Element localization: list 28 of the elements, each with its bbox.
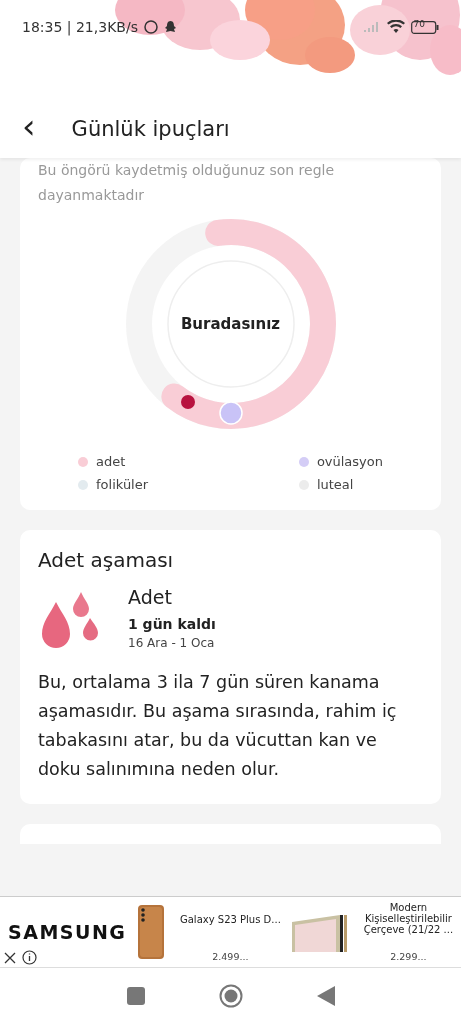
center-label: Buradasınız xyxy=(180,315,281,333)
legend-label: ovülasyon xyxy=(316,454,383,469)
phase-dates: 16 Ara - 1 Oca xyxy=(128,636,216,650)
back-nav-button[interactable] xyxy=(316,986,335,1006)
brand-logo: SAMSUNG xyxy=(7,921,127,943)
status-time: 18:35 | 21,3KB/s xyxy=(22,19,138,35)
info-icon[interactable] xyxy=(22,950,37,965)
ghost-icon xyxy=(163,20,177,34)
page-title: Günlük ipuçları xyxy=(71,117,230,141)
product-price: 2.299... xyxy=(390,951,427,962)
product-price: 2.499... xyxy=(212,951,249,962)
legend-label: foliküler xyxy=(96,477,149,492)
legend-label: luteal xyxy=(316,477,354,492)
product-name: Galaxy S23 Plus D... xyxy=(180,914,281,925)
note-text: Bu öngörü kaydetmiş olduğunuz son regle dayanmaktadır xyxy=(38,161,336,205)
back-button[interactable]: ‹ xyxy=(22,109,44,149)
phase-card-title: Adet aşaması xyxy=(38,548,175,572)
recent-apps-button[interactable] xyxy=(126,987,145,1005)
home-button[interactable] xyxy=(218,984,243,1008)
legend-label: adet xyxy=(96,454,126,469)
phase-description: Bu, ortalama 3 ila 7 gün süren kanama aşamasıdır. Bu aşama sırasında, rahim iç tabakasını atar, bu da vücuttan kan ve doku salınımına neden olur. xyxy=(38,671,398,781)
signal-icon xyxy=(363,21,381,33)
close-icon[interactable] xyxy=(4,951,16,964)
phase-name: Adet xyxy=(128,586,173,608)
battery-icon xyxy=(411,20,439,34)
wifi-icon xyxy=(387,20,405,34)
product-name: Modern Kişiselleştirilebilir Çerçeve (21/22 ... xyxy=(362,902,455,935)
days-remaining: 1 gün kaldı xyxy=(128,616,216,632)
